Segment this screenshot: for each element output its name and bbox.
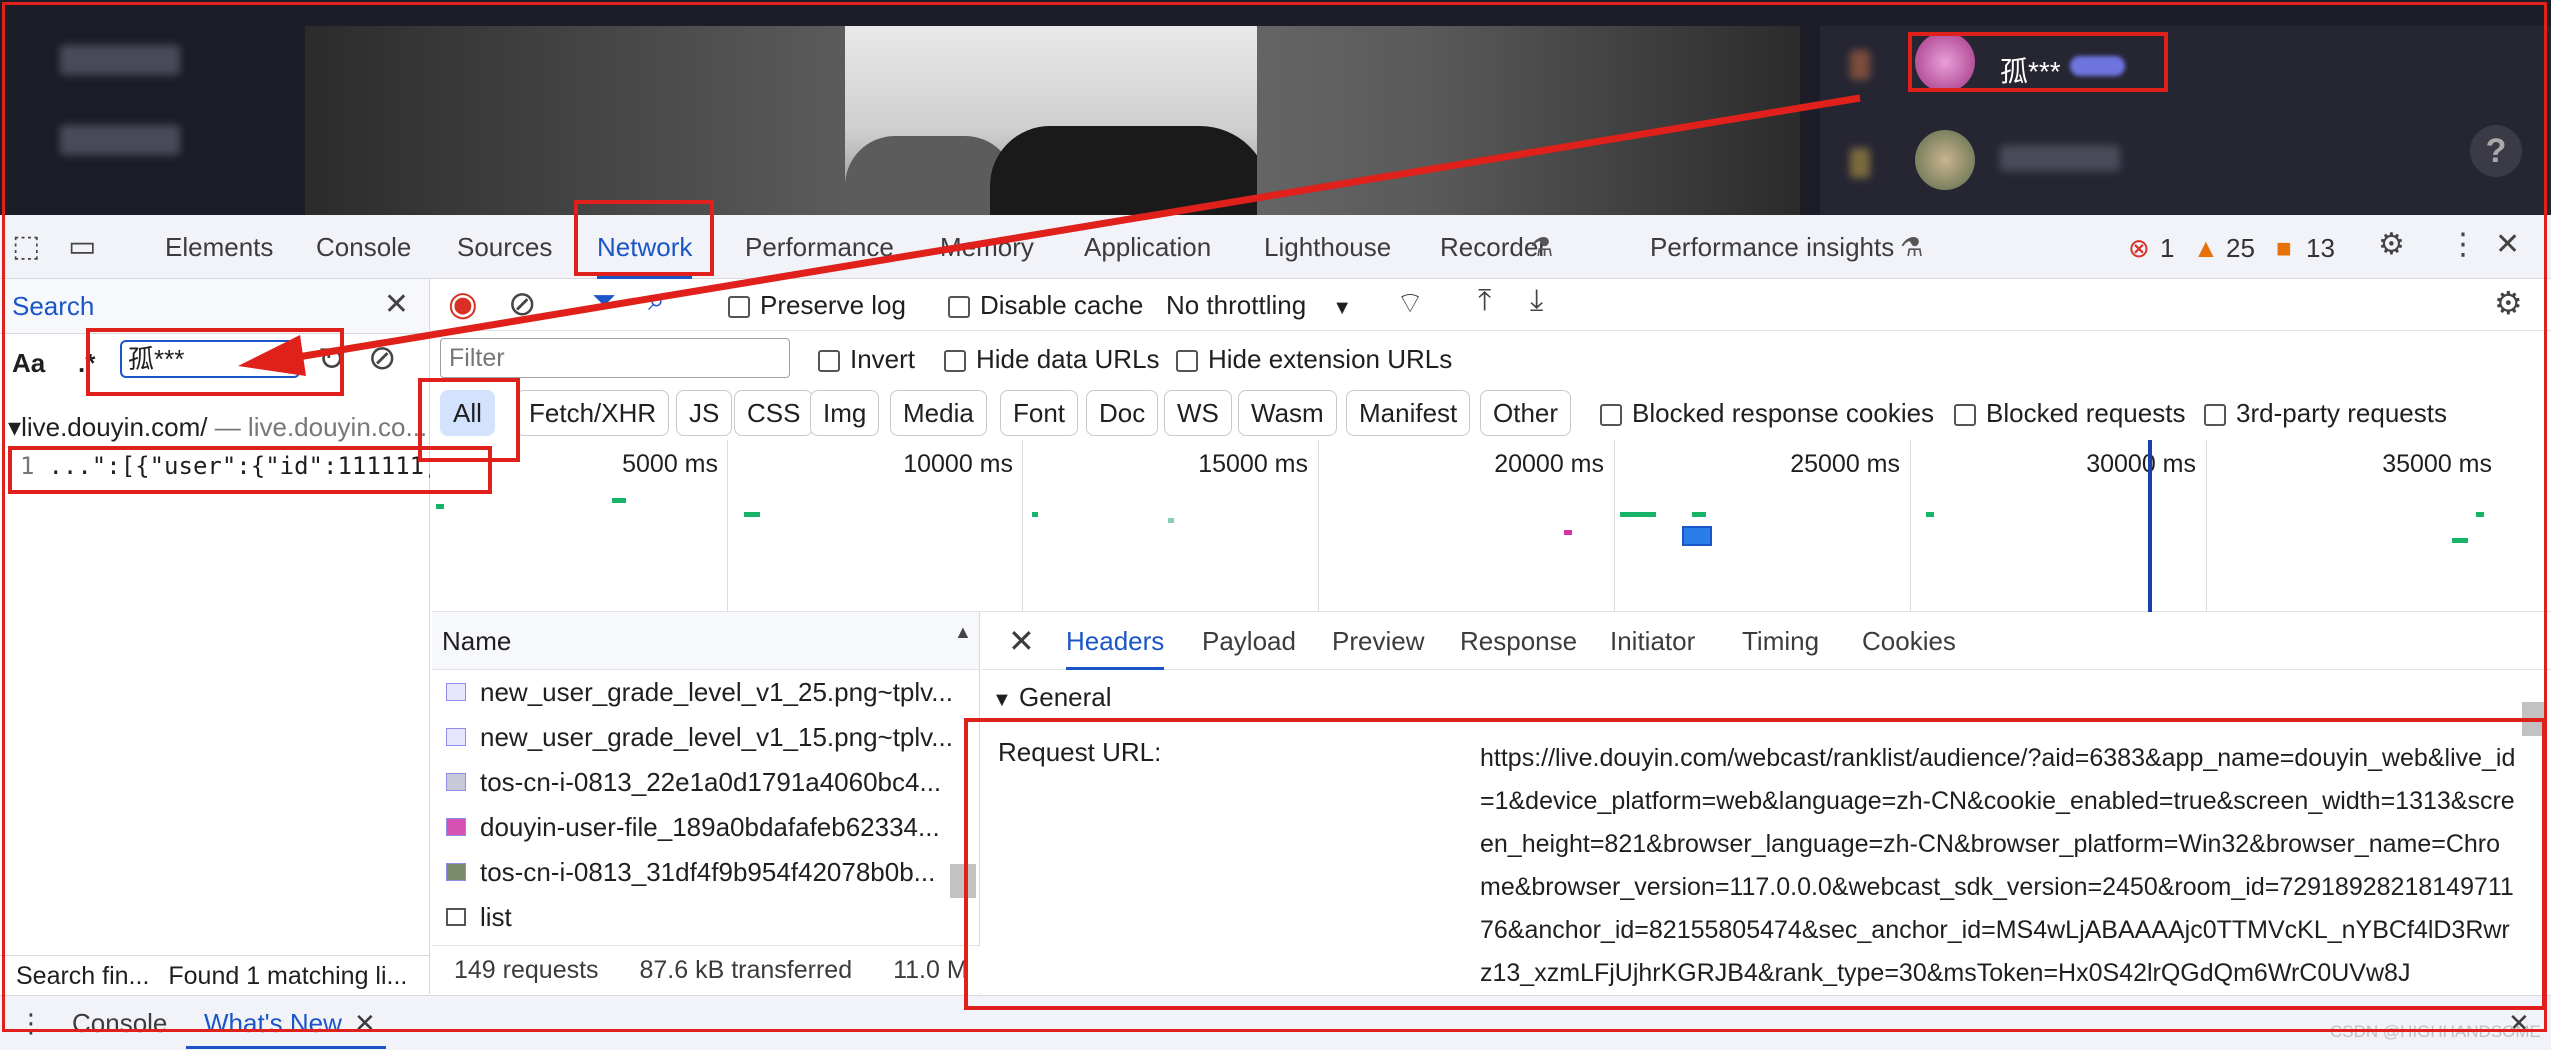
annotation-arrow	[238, 94, 1861, 376]
